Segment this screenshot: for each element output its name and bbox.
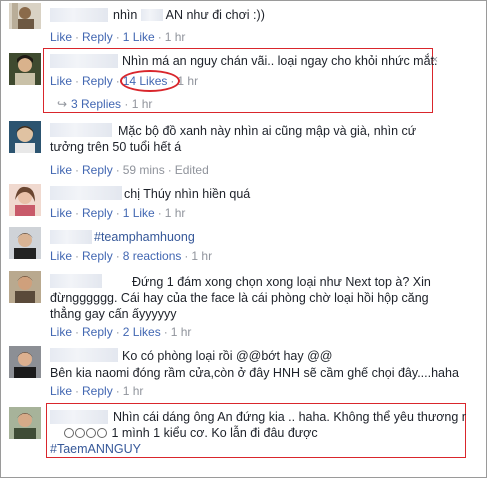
timestamp[interactable]: 1 hr	[132, 97, 153, 111]
timestamp[interactable]: 1 hr	[123, 384, 144, 398]
emoji-icon	[97, 428, 107, 438]
comment-meta: Like · Reply · 1 Like · 1 hr	[50, 30, 186, 44]
redacted-name	[50, 410, 108, 424]
reply-button[interactable]: Reply	[82, 74, 113, 88]
timestamp[interactable]: 1 hr	[177, 74, 198, 88]
emoji-icon	[75, 428, 85, 438]
comment-meta: Like · Reply · 8 reactions · 1 hr	[50, 249, 213, 263]
avatar[interactable]	[9, 53, 41, 85]
comment-text: Mặc bộ đồ xanh này nhìn ai cũng mập và g…	[50, 124, 417, 154]
reaction-count[interactable]: 8 reactions	[123, 249, 182, 263]
redacted-name	[50, 348, 118, 362]
avatar[interactable]	[9, 227, 41, 259]
like-button[interactable]: Like	[50, 74, 72, 88]
avatar[interactable]	[9, 346, 41, 378]
like-button[interactable]: Like	[50, 325, 72, 339]
like-count[interactable]: 2 Likes	[123, 325, 161, 339]
avatar[interactable]	[9, 121, 41, 153]
timestamp[interactable]: 59 mins	[123, 163, 165, 177]
redacted-name	[50, 54, 118, 68]
hashtag-link[interactable]: #TaemANNGUY	[50, 442, 141, 456]
reply-button[interactable]: Reply	[82, 206, 113, 220]
comment-meta: Like · Reply · 2 Likes · 1 hr	[50, 325, 192, 339]
likes-highlight-ellipse	[120, 70, 180, 92]
comment-text-line-2: Bên kia naomi đóng rầm cửa,còn ở đây HNH…	[50, 366, 459, 380]
reply-button[interactable]: Reply	[82, 30, 113, 44]
timestamp[interactable]: 1 hr	[165, 206, 186, 220]
avatar[interactable]	[9, 271, 41, 303]
redacted-name	[50, 230, 92, 244]
comment-text: chị Thúy nhìn hiền quá	[124, 187, 251, 201]
like-button[interactable]: Like	[50, 384, 72, 398]
comment-meta: Like · Reply · 1 Like · 1 hr	[50, 206, 186, 220]
reply-button[interactable]: Reply	[82, 249, 113, 263]
comment-text: Ko có phòng loại rồi @@bớt hay @@	[122, 349, 333, 363]
comment-hashtag-line: #TaemANNGUY	[50, 441, 470, 457]
like-count[interactable]: 1 Like	[123, 30, 155, 44]
comment-text: Nhìn cái dáng ông An đứng kia .. haha. K…	[113, 410, 466, 424]
avatar[interactable]	[9, 184, 41, 216]
comment-meta: Like · Reply · 1 hr	[50, 384, 144, 398]
replies-count[interactable]: 3 Replies	[71, 97, 121, 111]
reply-button[interactable]: Reply	[82, 163, 113, 177]
like-count[interactable]: 1 Like	[123, 206, 155, 220]
timestamp[interactable]: 1 hr	[191, 249, 212, 263]
hashtag-link[interactable]: #teamphamhuong	[94, 230, 195, 244]
comment-text: nhìn AN như đi chơi :))	[113, 8, 265, 22]
like-button[interactable]: Like	[50, 30, 72, 44]
comments-panel: nhìn AN như đi chơi :)) Like · Reply · 1 Lik…	[0, 0, 487, 478]
emoji-icon	[86, 428, 96, 438]
reply-button[interactable]: Reply	[82, 325, 113, 339]
edited-label[interactable]: Edited	[175, 163, 209, 177]
reply-arrow-icon: ↪	[57, 97, 68, 111]
redacted-name	[50, 8, 108, 22]
comment-text: Nhìn má an nguy chán vãi.. loại ngay cho…	[122, 54, 438, 68]
emoji-icon	[64, 428, 74, 438]
close-icon[interactable]: ×	[432, 54, 438, 66]
comment-meta: Like · Reply · 59 mins · Edited	[50, 163, 209, 177]
view-replies-link[interactable]: ↪ 3 Replies · 1 hr	[57, 97, 152, 111]
timestamp[interactable]: 1 hr	[171, 325, 192, 339]
like-button[interactable]: Like	[50, 163, 72, 177]
like-button[interactable]: Like	[50, 206, 72, 220]
comment-text-line-2: 1 mình 1 kiểu cơ. Ko lẫn đi đâu được	[50, 425, 470, 441]
comment-text: #teamphamhuong	[94, 229, 470, 245]
reply-button[interactable]: Reply	[82, 384, 113, 398]
like-button[interactable]: Like	[50, 249, 72, 263]
redacted-word	[140, 9, 163, 21]
comment-text: Đứng 1 đám xong chọn xong loại như Next …	[50, 275, 431, 321]
avatar[interactable]	[9, 3, 41, 29]
redacted-name	[50, 186, 122, 200]
avatar[interactable]	[9, 407, 41, 439]
timestamp[interactable]: 1 hr	[165, 30, 186, 44]
